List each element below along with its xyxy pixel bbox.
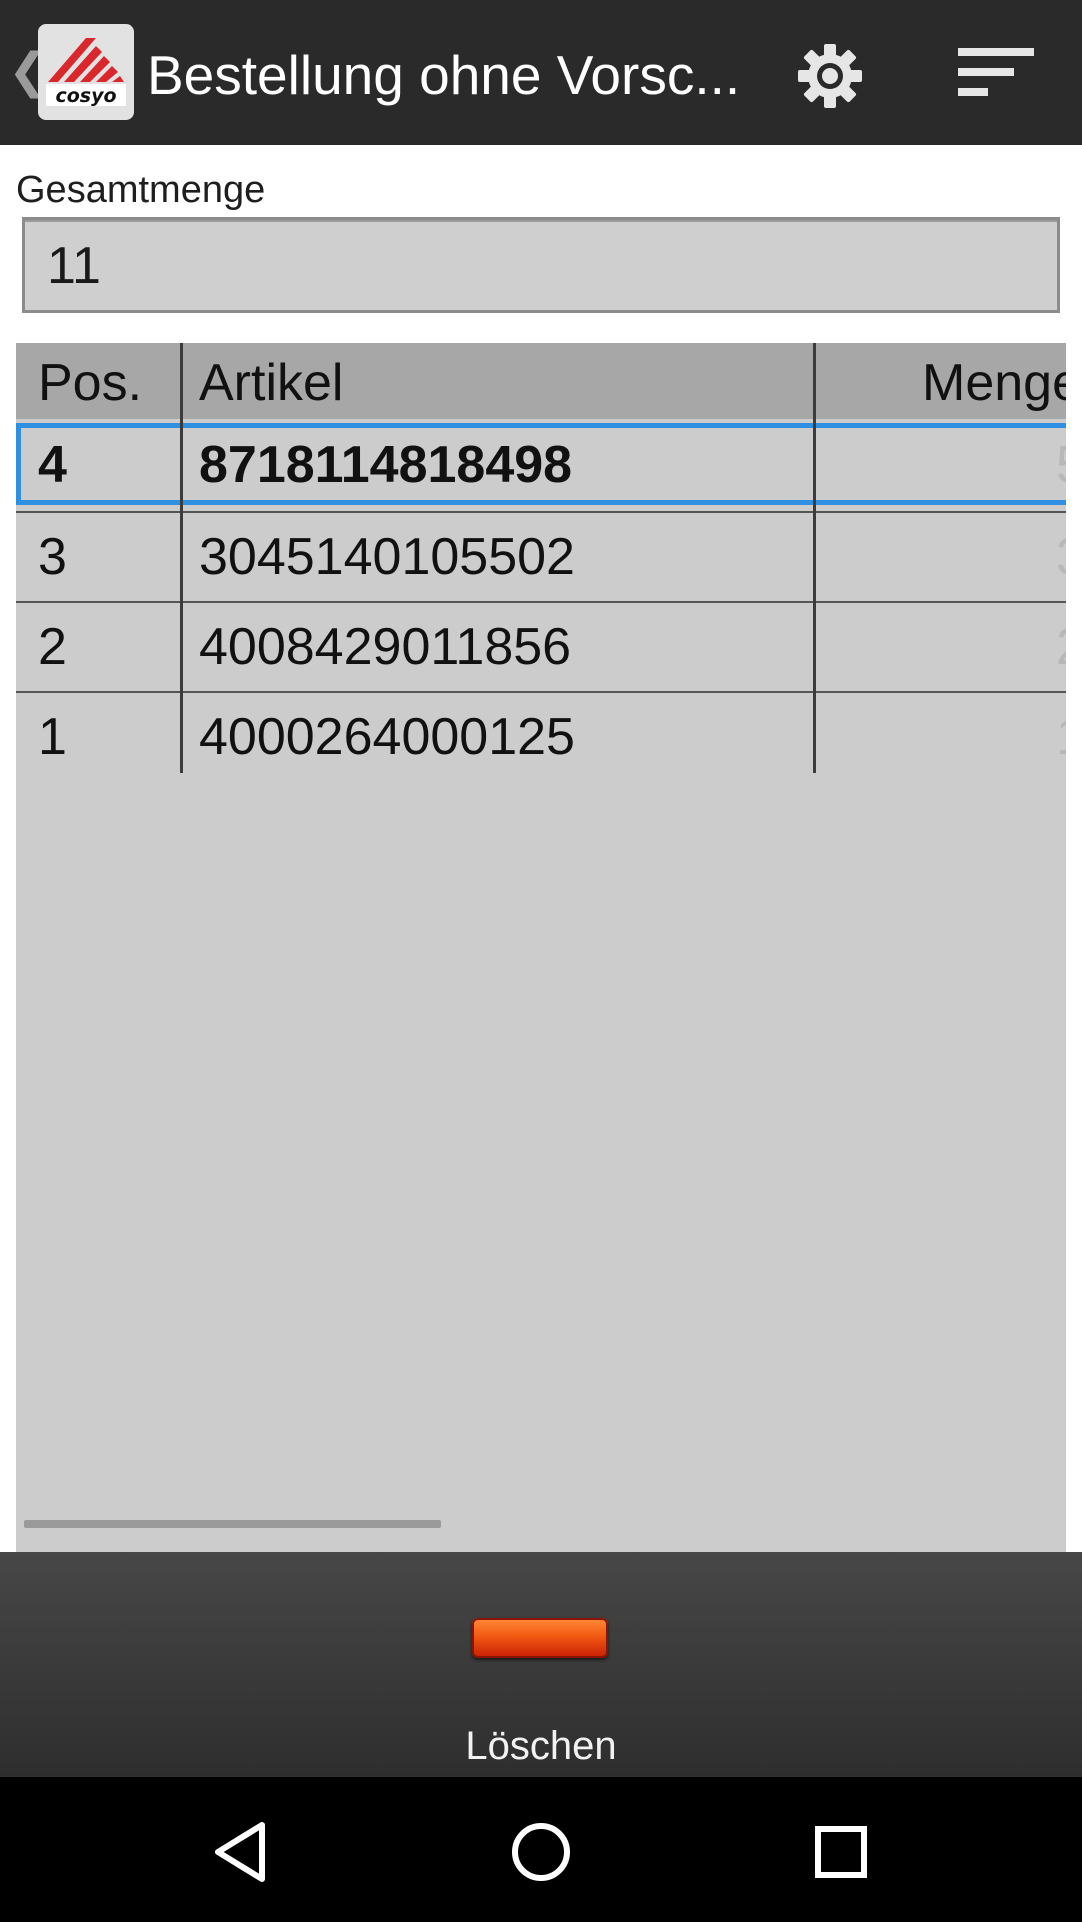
recents-square-icon [815, 1826, 867, 1878]
table-cell-pos: 2 [38, 618, 67, 676]
column-divider [813, 343, 816, 773]
minus-icon[interactable] [472, 1618, 608, 1658]
total-quantity-field: 11 [22, 217, 1060, 313]
table-cell-menge: 3 [1056, 527, 1066, 587]
row-divider [16, 511, 1066, 513]
table-cell-artikel: 4008429011856 [199, 618, 572, 676]
page-title: Bestellung ohne Vorsc... [147, 44, 737, 106]
app-logo[interactable]: cosyo [38, 24, 134, 120]
column-header-artikel[interactable]: Artikel [199, 353, 343, 413]
row-divider [16, 601, 1066, 603]
column-divider [180, 343, 183, 773]
nav-home-button[interactable] [506, 1817, 576, 1887]
order-table[interactable]: Pos. Artikel Menge 4 8718114818498 5 3 3… [16, 343, 1066, 1680]
column-header-pos[interactable]: Pos. [38, 353, 142, 413]
svg-text:cosyo: cosyo [55, 85, 116, 107]
home-circle-icon [512, 1823, 570, 1881]
nav-recents-button[interactable] [806, 1817, 876, 1887]
table-cell-pos: 4 [38, 436, 67, 494]
sort-menu-icon [958, 48, 1034, 96]
total-quantity-label: Gesamtmenge [16, 169, 266, 211]
table-cell-menge: 2 [1056, 617, 1066, 677]
table-cell-menge: 1 [1056, 707, 1066, 767]
table-cell-pos: 3 [38, 528, 67, 586]
row-divider [16, 691, 1066, 693]
table-cell-menge: 5 [1056, 435, 1066, 495]
table-cell-artikel: 4000264000125 [199, 708, 575, 766]
horizontal-scrollbar[interactable] [24, 1520, 441, 1528]
table-cell-artikel: 3045140105502 [199, 528, 575, 586]
table-cell-artikel: 8718114818498 [199, 436, 573, 494]
table-header: Pos. Artikel Menge [16, 343, 1066, 419]
bottom-toolbar: Löschen [0, 1552, 1082, 1777]
action-bar: ❮ cosyo Bestellung ohne Vorsc... [0, 0, 1082, 145]
system-navigation-bar [0, 1777, 1082, 1922]
delete-button-label[interactable]: Löschen [0, 1724, 1082, 1769]
settings-button[interactable] [790, 36, 870, 116]
back-triangle-icon [215, 1822, 265, 1882]
column-header-menge[interactable]: Menge [922, 353, 1066, 413]
sort-menu-button[interactable] [950, 40, 1040, 108]
nav-back-button[interactable] [206, 1817, 276, 1887]
gear-icon [798, 44, 862, 108]
table-cell-pos: 1 [38, 708, 67, 766]
cosyo-logo-icon: cosyo [46, 38, 126, 107]
content-area: Gesamtmenge 11 Pos. Artikel Menge 4 8718… [0, 145, 1082, 1680]
